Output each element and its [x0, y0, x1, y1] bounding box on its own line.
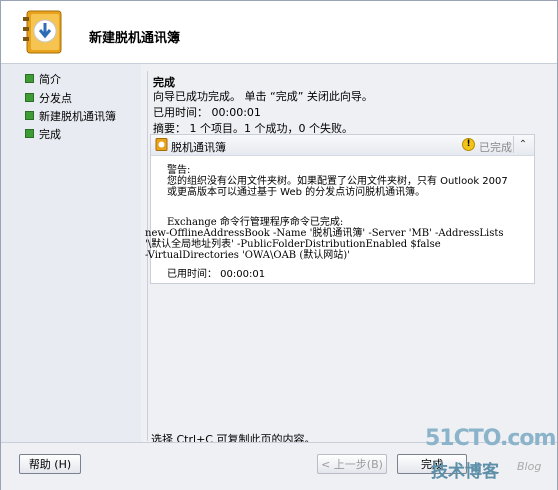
card-elapsed-time: 已用时间： 00:00:01: [167, 269, 266, 280]
wizard-window: 新建脱机通讯簿 简介 分发点 新建脱机通讯簿 完成 完成 向导已成功完成。 单击…: [0, 0, 558, 490]
address-book-icon: [155, 138, 168, 151]
wizard-steps-sidebar: 简介 分发点 新建脱机通讯簿 完成: [1, 64, 141, 442]
sidebar-item-intro: 简介: [25, 71, 61, 86]
step-bullet-icon: [25, 74, 34, 83]
result-card: 脱机通讯簿 ! 已完成 ⌃ 警告: 您的组织没有公用文件夹树。如果配置了公用文件…: [145, 134, 535, 284]
sidebar-item-label: 简介: [39, 72, 61, 86]
warning-line: 或更高版本可以通过基于 Web 的分发点访问脱机通讯簿。: [167, 187, 426, 198]
wizard-header: 新建脱机通讯簿: [1, 1, 557, 64]
page-title: 新建脱机通讯簿: [89, 31, 181, 46]
step-bullet-icon: [25, 93, 34, 102]
command-line: -VirtualDirectories 'OWA\OAB (默认网站)': [145, 250, 350, 261]
warning-icon: !: [462, 138, 475, 151]
sidebar-item-label: 分发点: [39, 91, 72, 105]
finish-button[interactable]: 完成: [397, 454, 467, 474]
wizard-footer: 帮助 (H) < 上一步(B) 完成: [1, 442, 557, 490]
result-card-header[interactable]: 脱机通讯簿 ! 已完成 ⌃: [151, 135, 534, 156]
status-badge: 已完成: [479, 141, 512, 154]
collapse-button[interactable]: ⌃: [513, 136, 532, 153]
sidebar-item-label: 新建脱机通讯簿: [39, 109, 116, 123]
sidebar-item-complete: 完成: [25, 126, 61, 141]
completion-message: 向导已成功完成。 单击 “完成” 关闭此向导。: [153, 90, 373, 103]
sidebar-item-label: 完成: [39, 127, 61, 141]
sidebar-item-distribution: 分发点: [25, 90, 72, 105]
help-button[interactable]: 帮助 (H): [19, 454, 81, 474]
sidebar-item-new-oab: 新建脱机通讯簿: [25, 108, 116, 123]
step-bullet-icon: [25, 111, 34, 120]
address-book-wizard-icon: [23, 10, 62, 54]
result-card-title: 脱机通讯簿: [171, 141, 226, 154]
back-button[interactable]: < 上一步(B): [317, 454, 387, 474]
elapsed-time: 已用时间： 00:00:01: [153, 106, 261, 119]
step-bullet-icon: [25, 129, 34, 138]
